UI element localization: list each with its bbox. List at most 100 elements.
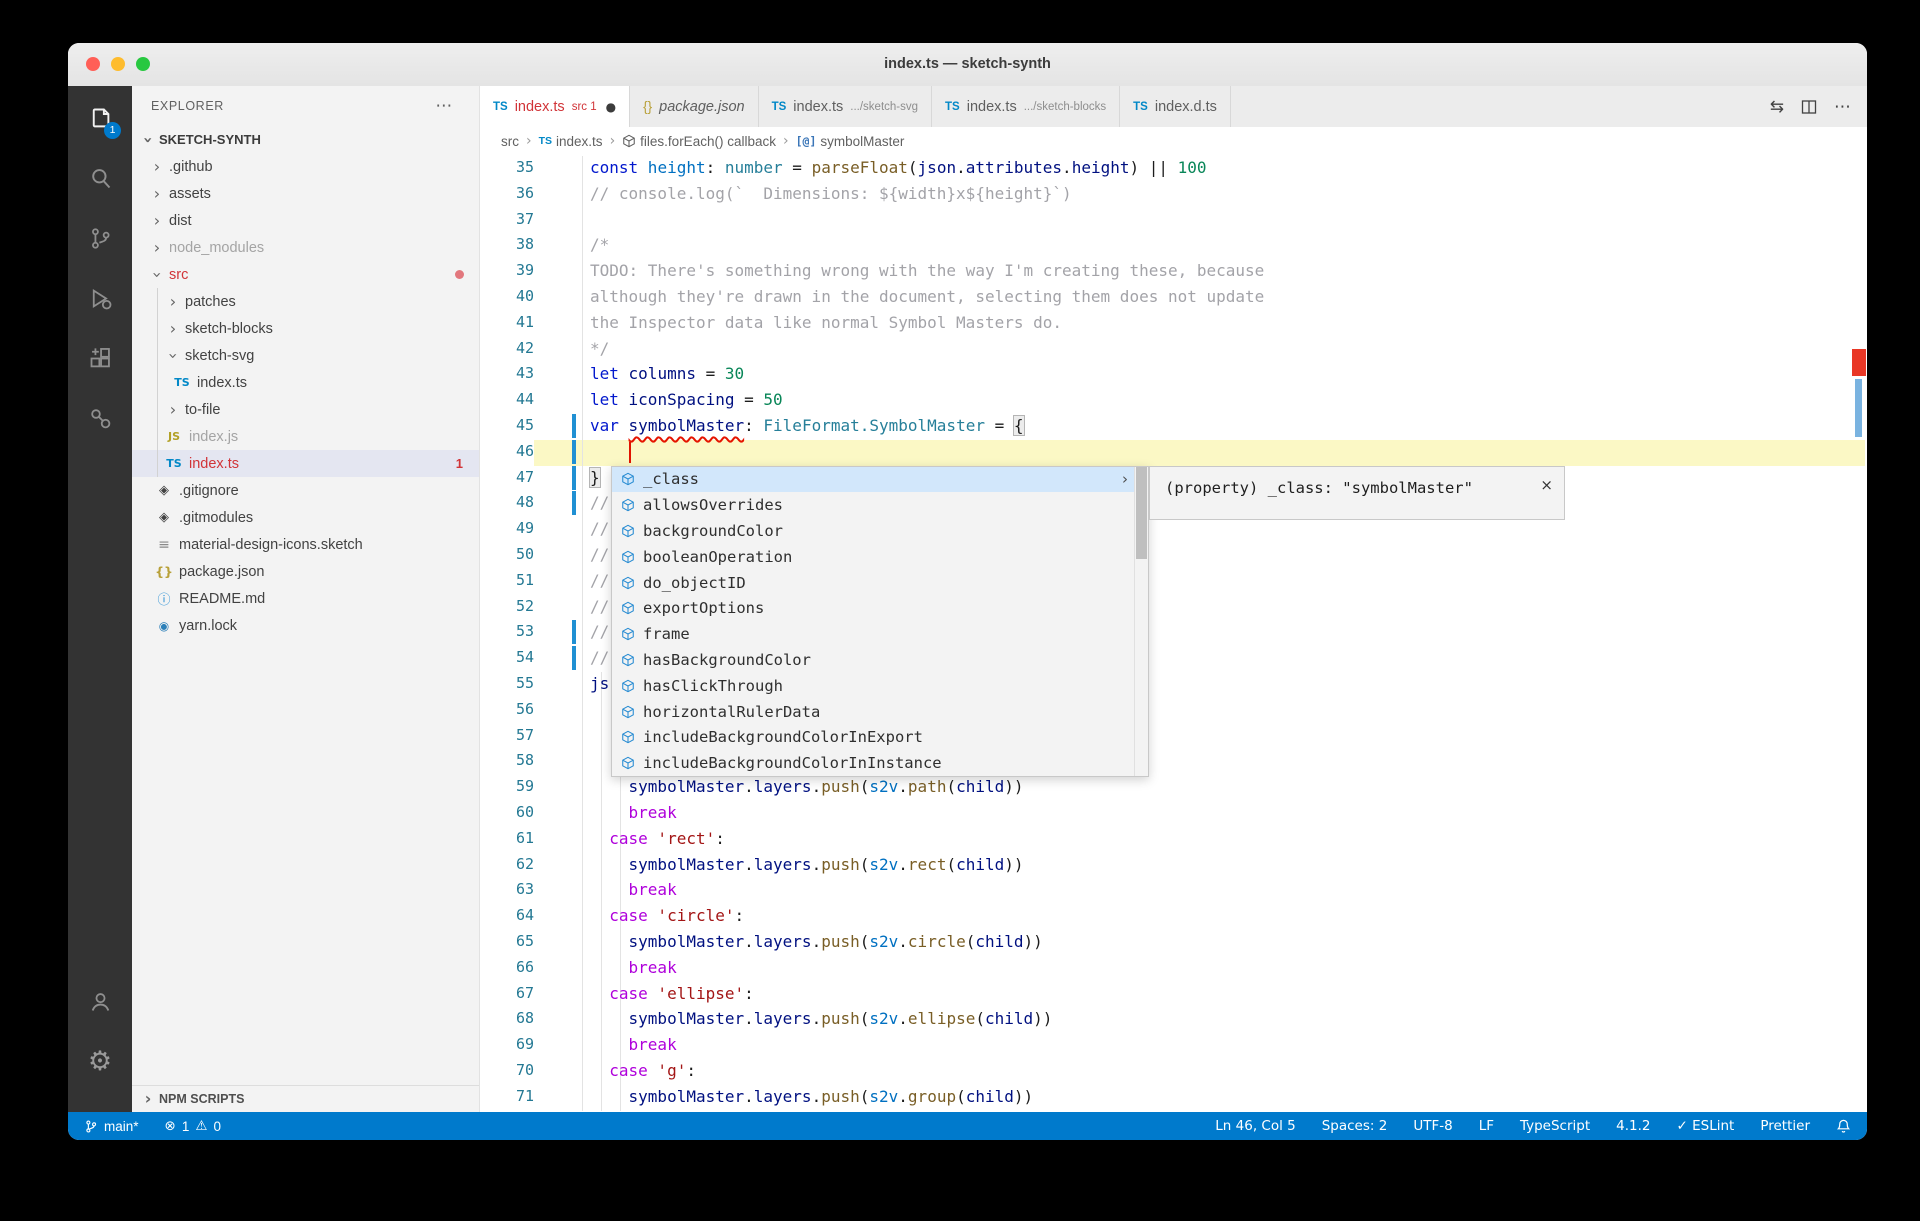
code-line-62[interactable]: 62 symbolMaster.layers.push(s2v.rect(chi…	[480, 852, 1867, 878]
more-actions-icon[interactable]: ⋯	[1834, 97, 1851, 117]
tree-folder-sketch-svg[interactable]: › sketch-svg	[132, 342, 479, 369]
suggest-item-booleanOperation[interactable]: booleanOperation	[612, 544, 1148, 570]
tree-file-.gitignore[interactable]: ◈ .gitignore	[132, 477, 479, 504]
settings-gear-icon[interactable]: ⚙	[81, 1042, 119, 1080]
code-line-67[interactable]: 67 case 'ellipse':	[480, 981, 1867, 1007]
status-item[interactable]: UTF-8	[1413, 1118, 1452, 1134]
symbol-field-icon	[621, 679, 635, 693]
tree-file-yarn.lock[interactable]: ◉ yarn.lock	[132, 612, 479, 639]
extensions-icon[interactable]	[81, 339, 119, 377]
code-line-35[interactable]: 35 const height: number = parseFloat(json…	[480, 155, 1867, 181]
symbol-field-icon	[621, 601, 635, 615]
explorer-icon[interactable]: 1	[81, 99, 121, 139]
code-line-46[interactable]: 46	[480, 439, 1867, 465]
suggest-item-frame[interactable]: frame	[612, 621, 1148, 647]
suggest-item-exportOptions[interactable]: exportOptions	[612, 596, 1148, 622]
bell-icon[interactable]	[1836, 1118, 1851, 1134]
code-line-44[interactable]: 44 let iconSpacing = 50	[480, 387, 1867, 413]
editor-tab-index.ts[interactable]: TS index.ts .../sketch-svg	[758, 86, 933, 127]
status-item[interactable]: Ln 46, Col 5	[1215, 1118, 1295, 1134]
code-line-38[interactable]: 38 /*	[480, 232, 1867, 258]
tree-file-material-design-icons.sketch[interactable]: ≡ material-design-icons.sketch	[132, 531, 479, 558]
code-area[interactable]: 35 const height: number = parseFloat(json…	[480, 155, 1867, 1112]
explorer-more-actions-icon[interactable]: ⋯	[435, 86, 453, 126]
run-debug-icon[interactable]	[81, 279, 119, 317]
code-line-42[interactable]: 42 */	[480, 336, 1867, 362]
split-editor-icon[interactable]	[1801, 99, 1817, 115]
code-text: case 'circle':	[609, 906, 745, 926]
tree-file-package.json[interactable]: {} package.json	[132, 558, 479, 585]
code-line-37[interactable]: 37	[480, 207, 1867, 233]
scrollbar-thumb[interactable]	[1855, 379, 1862, 437]
tree-file-.gitmodules[interactable]: ◈ .gitmodules	[132, 504, 479, 531]
suggest-item-includeBackgroundColorInInstance[interactable]: includeBackgroundColorInInstance	[612, 750, 1148, 776]
status-item[interactable]: 4.1.2	[1616, 1118, 1650, 1134]
tree-folder-node_modules[interactable]: › node_modules	[132, 234, 479, 261]
code-line-59[interactable]: 59 symbolMaster.layers.push(s2v.path(chi…	[480, 774, 1867, 800]
code-line-63[interactable]: 63 break	[480, 877, 1867, 903]
editor-tab-index.ts[interactable]: TS index.ts .../sketch-blocks	[932, 86, 1121, 127]
tree-item-label: .gitmodules	[179, 509, 254, 526]
line-number: 60	[515, 802, 534, 821]
suggest-item-includeBackgroundColorInExport[interactable]: includeBackgroundColorInExport	[612, 725, 1148, 751]
code-line-43[interactable]: 43 let columns = 30	[480, 361, 1867, 387]
breadcrumb-item[interactable]: TS index.ts	[539, 134, 603, 149]
suggest-scrollbar[interactable]	[1134, 466, 1148, 777]
search-icon[interactable]	[81, 159, 119, 197]
suggest-item-hasBackgroundColor[interactable]: hasBackgroundColor	[612, 647, 1148, 673]
breadcrumb-item[interactable]: src	[501, 134, 519, 149]
code-line-45[interactable]: 45 var symbolMaster: FileFormat.SymbolMas…	[480, 413, 1867, 439]
tree-folder-patches[interactable]: › patches	[132, 288, 479, 315]
code-line-69[interactable]: 69 break	[480, 1032, 1867, 1058]
suggest-item-allowsOverrides[interactable]: allowsOverrides	[612, 492, 1148, 518]
status-item[interactable]: Prettier	[1760, 1118, 1810, 1134]
breadcrumb-item[interactable]: files.forEach() callback	[622, 134, 776, 149]
code-line-41[interactable]: 41 the Inspector data like normal Symbol …	[480, 310, 1867, 336]
status-item[interactable]: ✓ ESLint	[1677, 1118, 1735, 1134]
code-line-39[interactable]: 39 TODO: There's something wrong with the…	[480, 258, 1867, 284]
tree-file-index.ts[interactable]: TS index.ts	[132, 369, 479, 396]
suggest-item-hasClickThrough[interactable]: hasClickThrough	[612, 673, 1148, 699]
problems-status[interactable]: ⊗ 1 ⚠ 0	[165, 1118, 221, 1134]
status-item[interactable]: LF	[1479, 1118, 1494, 1134]
tree-file-index.js[interactable]: JS index.js	[132, 423, 479, 450]
tree-file-README.md[interactable]: ⓘ README.md	[132, 585, 479, 612]
suggest-item-do_objectID[interactable]: do_objectID	[612, 570, 1148, 596]
code-line-60[interactable]: 60 break	[480, 800, 1867, 826]
code-line-40[interactable]: 40 although they're drawn in the document…	[480, 284, 1867, 310]
editor-tab-package.json[interactable]: {} package.json	[630, 86, 759, 127]
tree-folder-.github[interactable]: › .github	[132, 153, 479, 180]
code-line-61[interactable]: 61 case 'rect':	[480, 826, 1867, 852]
editor-tab-index.ts[interactable]: TS index.ts src 1 ●	[480, 86, 631, 127]
code-line-68[interactable]: 68 symbolMaster.layers.push(s2v.ellipse(…	[480, 1006, 1867, 1032]
close-icon[interactable]: ×	[1540, 476, 1553, 494]
suggest-item-backgroundColor[interactable]: backgroundColor	[612, 518, 1148, 544]
modified-dot-icon[interactable]: ●	[606, 100, 616, 114]
code-line-36[interactable]: 36 // console.log(` Dimensions: ${width}x…	[480, 181, 1867, 207]
tree-folder-sketch-blocks[interactable]: › sketch-blocks	[132, 315, 479, 342]
open-changes-icon[interactable]: ⇆	[1770, 97, 1784, 117]
npm-scripts-section[interactable]: › NPM SCRIPTS	[132, 1085, 479, 1112]
breadcrumb-item[interactable]: [@] symbolMaster	[796, 134, 905, 149]
tree-folder-to-file[interactable]: › to-file	[132, 396, 479, 423]
status-item[interactable]: Spaces: 2	[1322, 1118, 1388, 1134]
workspace-section-header[interactable]: › SKETCH-SYNTH	[132, 126, 479, 153]
code-line-66[interactable]: 66 break	[480, 955, 1867, 981]
account-icon[interactable]	[81, 982, 119, 1020]
suggest-item-horizontalRulerData[interactable]: horizontalRulerData	[612, 699, 1148, 725]
tree-folder-src[interactable]: › src	[132, 261, 479, 288]
code-line-70[interactable]: 70 case 'g':	[480, 1058, 1867, 1084]
status-item[interactable]: TypeScript	[1520, 1118, 1590, 1134]
source-control-icon[interactable]	[81, 219, 119, 257]
code-line-64[interactable]: 64 case 'circle':	[480, 903, 1867, 929]
git-branch-status[interactable]: main*	[84, 1119, 139, 1134]
tree-folder-assets[interactable]: › assets	[132, 180, 479, 207]
code-line-71[interactable]: 71 symbolMaster.layers.push(s2v.group(ch…	[480, 1084, 1867, 1110]
code-line-65[interactable]: 65 symbolMaster.layers.push(s2v.circle(c…	[480, 929, 1867, 955]
tree-file-index.ts[interactable]: TS index.ts 1	[132, 450, 479, 477]
editor-tab-index.d.ts[interactable]: TS index.d.ts	[1120, 86, 1231, 127]
tree-folder-dist[interactable]: › dist	[132, 207, 479, 234]
chevron-right-icon[interactable]: ›	[1122, 470, 1128, 488]
references-icon[interactable]	[81, 399, 119, 437]
suggest-item-_class[interactable]: _class ›	[612, 466, 1148, 493]
